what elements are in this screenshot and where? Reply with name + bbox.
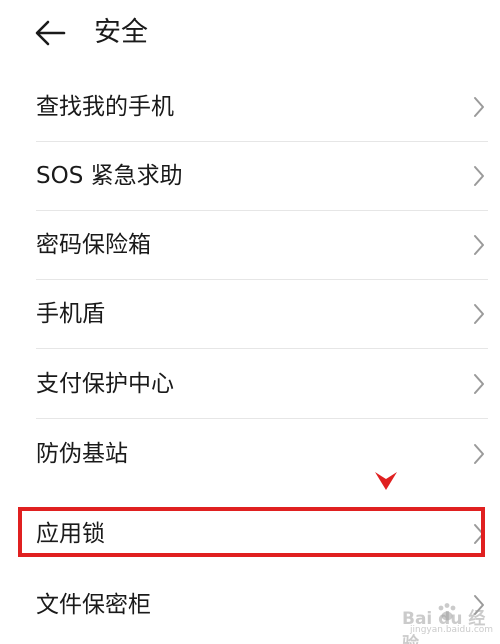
chevron-right-icon: [474, 304, 484, 324]
list-item-label: 手机盾: [36, 301, 105, 327]
security-settings-screen: 安全 查找我的手机 SOS 紧急求助 密码保险箱 手机盾 支付保护中心 防伪基站…: [0, 0, 500, 644]
list-item-label: 文件保密柜: [36, 592, 151, 618]
chevron-right-icon: [474, 166, 484, 186]
chevron-right-icon: [474, 374, 484, 394]
divider: [36, 418, 488, 419]
list-item-payment-protection[interactable]: 支付保护中心: [0, 350, 500, 419]
list-item-fake-base-station[interactable]: 防伪基站: [0, 420, 500, 489]
arrow-left-icon: [35, 20, 66, 46]
chevron-right-icon: [474, 235, 484, 255]
chevron-right-icon: [474, 524, 484, 544]
chevron-right-icon: [474, 97, 484, 117]
page-title: 安全: [94, 17, 148, 48]
list-item-label: 防伪基站: [36, 441, 128, 467]
list-item-file-safe[interactable]: 文件保密柜: [0, 571, 500, 640]
list-item-password-vault[interactable]: 密码保险箱: [0, 211, 500, 280]
list-item-label: 密码保险箱: [36, 232, 151, 258]
chevron-right-icon: [474, 444, 484, 464]
list-item-label: 支付保护中心: [36, 371, 174, 397]
list-item-sos[interactable]: SOS 紧急求助: [0, 142, 500, 211]
chevron-right-icon: [474, 595, 484, 615]
list-item-phone-shield[interactable]: 手机盾: [0, 280, 500, 349]
back-button[interactable]: [30, 14, 70, 54]
list-item-find-my-phone[interactable]: 查找我的手机: [0, 73, 500, 142]
list-item-app-lock[interactable]: 应用锁: [0, 500, 500, 569]
list-item-label: 查找我的手机: [36, 94, 174, 120]
list-item-label: SOS 紧急求助: [36, 163, 183, 189]
list-item-label: 应用锁: [36, 521, 105, 547]
divider: [36, 348, 488, 349]
header: 安全: [0, 0, 500, 70]
